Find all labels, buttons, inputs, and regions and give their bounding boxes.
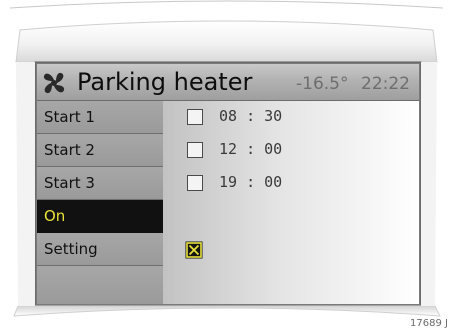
timer-row-start-2: 12 : 00 bbox=[163, 134, 419, 167]
menu-item-setting[interactable]: Setting bbox=[37, 233, 163, 266]
fan-icon bbox=[43, 72, 65, 94]
timer-panel: 08 : 30 12 : 00 19 : 00 bbox=[163, 101, 419, 304]
display-figure: Parking heater -16.5° 22:22 Start 1 Star… bbox=[0, 0, 453, 336]
menu-item-label: Setting bbox=[44, 240, 98, 258]
timer-2-checkbox[interactable] bbox=[187, 142, 203, 158]
menu-item-label: Start 3 bbox=[44, 174, 95, 192]
heater-screen: Parking heater -16.5° 22:22 Start 1 Star… bbox=[37, 64, 419, 304]
heater-menu: Start 1 Start 2 Start 3 On Setting bbox=[37, 101, 163, 304]
menu-item-empty bbox=[37, 266, 163, 304]
timer-1-checkbox[interactable] bbox=[187, 109, 203, 125]
menu-item-start-1[interactable]: Start 1 bbox=[37, 101, 163, 134]
timer-row-start-1: 08 : 30 bbox=[163, 101, 419, 134]
menu-item-on[interactable]: On bbox=[37, 200, 163, 233]
menu-item-start-2[interactable]: Start 2 bbox=[37, 134, 163, 167]
timer-3-time: 19 : 00 bbox=[219, 173, 283, 191]
outside-temperature: -16.5° bbox=[296, 74, 349, 94]
menu-item-label: Start 2 bbox=[44, 141, 95, 159]
page-title: Parking heater bbox=[77, 68, 253, 96]
title-bar: Parking heater -16.5° 22:22 bbox=[37, 64, 419, 101]
timer-2-time: 12 : 00 bbox=[219, 140, 283, 158]
menu-item-label: Start 1 bbox=[44, 108, 95, 126]
heater-on-checkbox[interactable] bbox=[185, 241, 203, 259]
menu-item-label: On bbox=[44, 207, 66, 225]
figure-reference-code: 17689 J bbox=[410, 318, 448, 329]
clock: 22:22 bbox=[361, 74, 410, 94]
timer-row-start-3: 19 : 00 bbox=[163, 167, 419, 200]
timer-1-time: 08 : 30 bbox=[219, 107, 283, 125]
menu-item-start-3[interactable]: Start 3 bbox=[37, 167, 163, 200]
timer-3-checkbox[interactable] bbox=[187, 175, 203, 191]
